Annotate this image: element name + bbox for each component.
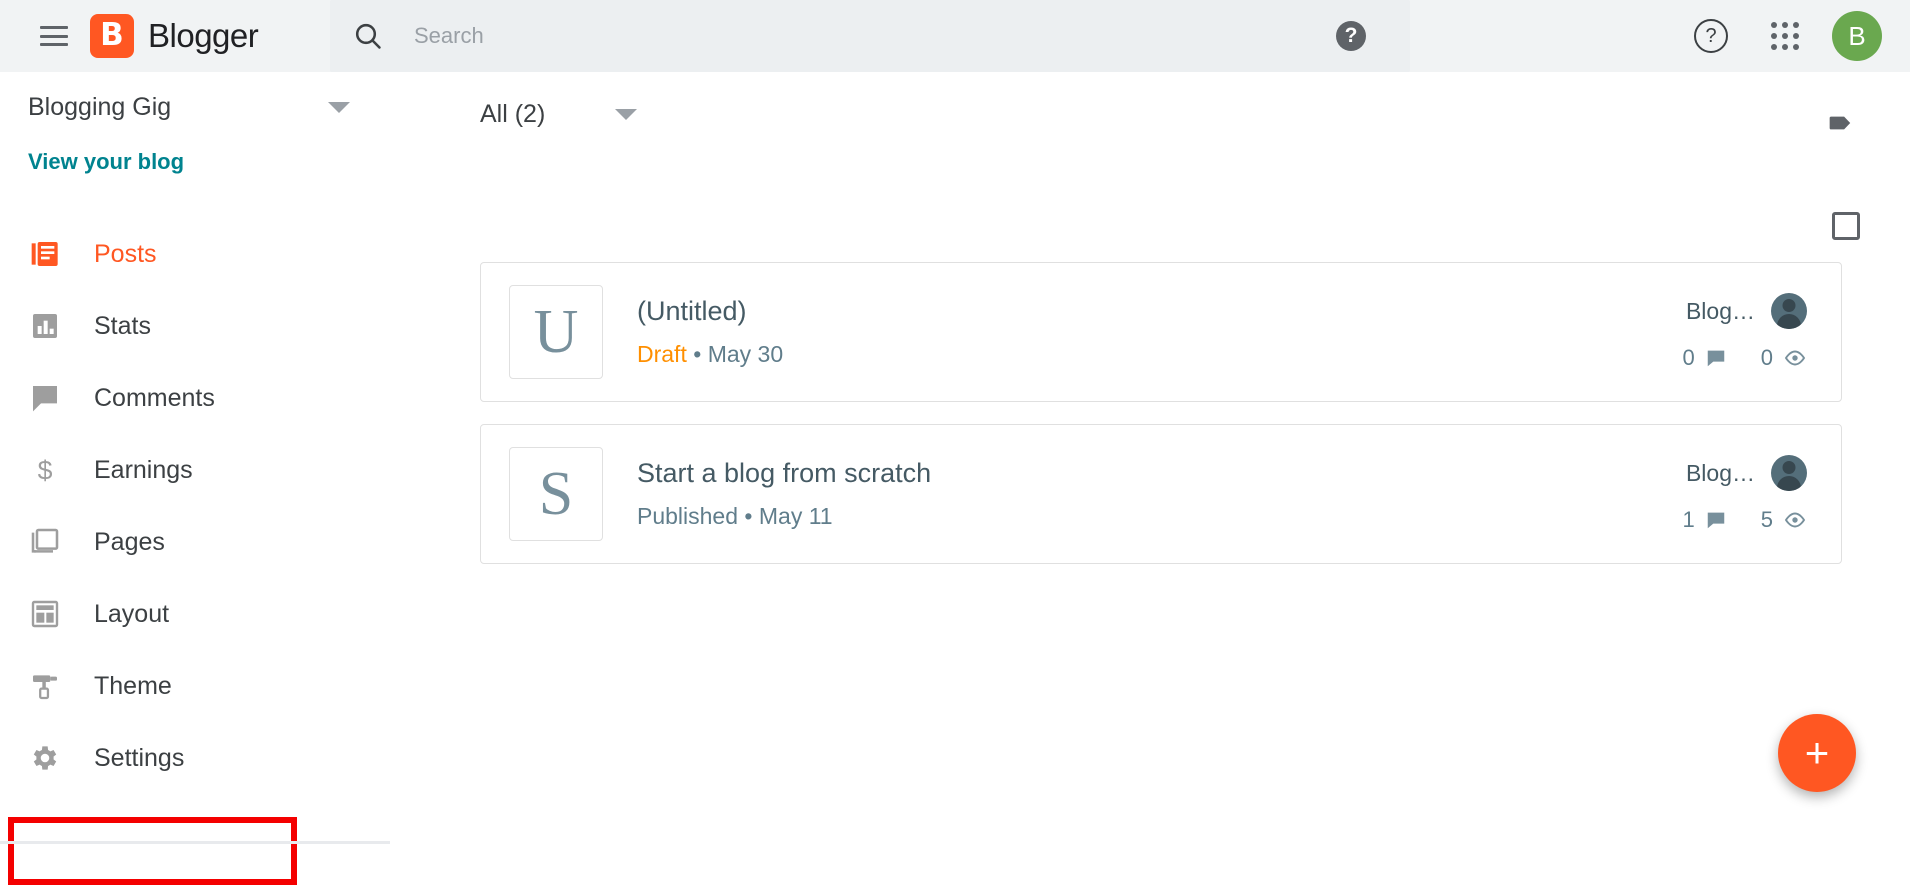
sidebar-item-label: Theme [94,671,172,700]
post-info: Start a blog from scratch Published • Ma… [637,458,1683,530]
view-count: 0 [1761,345,1807,371]
post-author-row: Blog… [1686,293,1807,329]
sidebar-item-comments[interactable]: Comments [0,362,390,434]
sidebar-nav: Posts Stats Comments $ Earnings Pages La… [0,218,390,794]
help-filled-icon[interactable]: ? [1336,21,1366,51]
help-outline-glyph: ? [1705,24,1717,47]
sidebar-item-earnings[interactable]: $ Earnings [0,434,390,506]
sidebar-item-label: Pages [94,527,165,556]
comment-count: 1 [1683,507,1727,533]
chevron-down-icon [328,101,350,113]
brand-name: Blogger [148,17,259,54]
eye-icon [1784,512,1806,528]
post-stats: 1 5 [1683,507,1808,533]
comment-count-value: 1 [1682,507,1695,532]
sidebar-item-label: Posts [94,239,157,268]
comment-icon [1707,350,1724,367]
chevron-down-icon [615,109,638,120]
search-input[interactable] [414,23,1336,49]
author-avatar [1771,455,1807,491]
avatar[interactable]: B [1832,11,1882,61]
stats-icon [28,309,62,343]
label-tag-icon[interactable] [1824,106,1858,145]
main-content: All (2) U (Untitled) Draft • May 30 Blog… [390,72,1910,844]
sidebar-item-theme[interactable]: Theme [0,650,390,722]
status-badge: Published [637,503,739,529]
post-filter-label: All (2) [480,100,546,128]
blogger-logo-icon: B [90,14,134,58]
sidebar-item-label: Settings [94,743,185,772]
comment-count: 0 [1683,345,1727,371]
theme-icon [28,669,62,703]
post-row[interactable]: U (Untitled) Draft • May 30 Blog… 0 0 [480,262,1842,402]
sidebar-item-pages[interactable]: Pages [0,506,390,578]
post-date: May 30 [707,341,784,367]
sidebar-item-posts[interactable]: Posts [0,218,390,290]
layout-icon [28,597,62,631]
view-count-value: 5 [1760,507,1773,532]
post-author: Blog… [1685,459,1755,486]
sidebar: Blogging Gig View your blog Posts Stats … [0,72,390,885]
settings-gear-icon [28,741,62,775]
help-outline-icon[interactable]: ? [1682,7,1740,65]
blogger-logo-letter: B [100,16,124,53]
select-all-checkbox[interactable] [1832,212,1860,240]
app-header: B Blogger ? ? B [0,0,1910,72]
avatar-letter: B [1848,20,1866,51]
comments-icon [28,381,62,415]
post-date: May 11 [758,503,833,529]
brand[interactable]: B Blogger [90,14,259,58]
hamburger-menu-icon[interactable] [40,26,68,46]
post-list: U (Untitled) Draft • May 30 Blog… 0 0 S … [390,262,1910,586]
sidebar-item-label: Comments [94,383,215,412]
author-avatar [1771,293,1807,329]
view-count-value: 0 [1760,345,1773,370]
meta-separator: • [744,503,753,529]
sidebar-item-label: Layout [94,599,170,628]
post-title: (Untitled) [637,296,747,326]
posts-toolbar: All (2) [390,72,1910,240]
post-author: Blog… [1685,297,1755,324]
post-thumbnail: S [509,447,603,541]
post-author-row: Blog… [1686,455,1807,491]
posts-icon [28,237,62,271]
view-your-blog-link[interactable]: View your blog [0,142,390,182]
post-right: Blog… 0 0 [1683,293,1808,371]
post-filter-dropdown[interactable]: All (2) [480,100,638,129]
eye-icon [1784,350,1806,366]
svg-text:$: $ [38,455,53,485]
view-count: 5 [1761,507,1807,533]
post-title: Start a blog from scratch [637,458,932,488]
earnings-icon: $ [28,453,62,487]
sidebar-item-stats[interactable]: Stats [0,290,390,362]
settings-highlight-box [8,817,297,885]
comment-count-value: 0 [1682,345,1695,370]
sidebar-item-settings[interactable]: Settings [0,722,390,794]
post-thumbnail: U [509,285,603,379]
blog-selector[interactable]: Blogging Gig [0,72,390,142]
sidebar-item-label: Earnings [94,455,193,484]
new-post-button[interactable]: + [1778,714,1856,792]
search-icon [352,20,384,52]
blog-name: Blogging Gig [28,92,172,121]
search-bar[interactable]: ? [330,0,1410,72]
status-badge: Draft [637,341,687,367]
meta-separator: • [693,341,702,367]
post-stats: 0 0 [1683,345,1808,371]
comment-icon [1707,512,1724,529]
plus-icon: + [1804,729,1830,776]
post-right: Blog… 1 5 [1683,455,1808,533]
post-row[interactable]: S Start a blog from scratch Published • … [480,424,1842,564]
apps-grid-icon[interactable] [1756,7,1814,65]
post-info: (Untitled) Draft • May 30 [637,296,1683,368]
header-actions: ? B [1682,0,1910,72]
sidebar-item-label: Stats [94,311,151,340]
help-filled-glyph: ? [1344,24,1358,47]
post-meta: Draft • May 30 [637,341,1683,368]
post-meta: Published • May 11 [637,503,1683,530]
pages-icon [28,525,62,559]
sidebar-item-layout[interactable]: Layout [0,578,390,650]
